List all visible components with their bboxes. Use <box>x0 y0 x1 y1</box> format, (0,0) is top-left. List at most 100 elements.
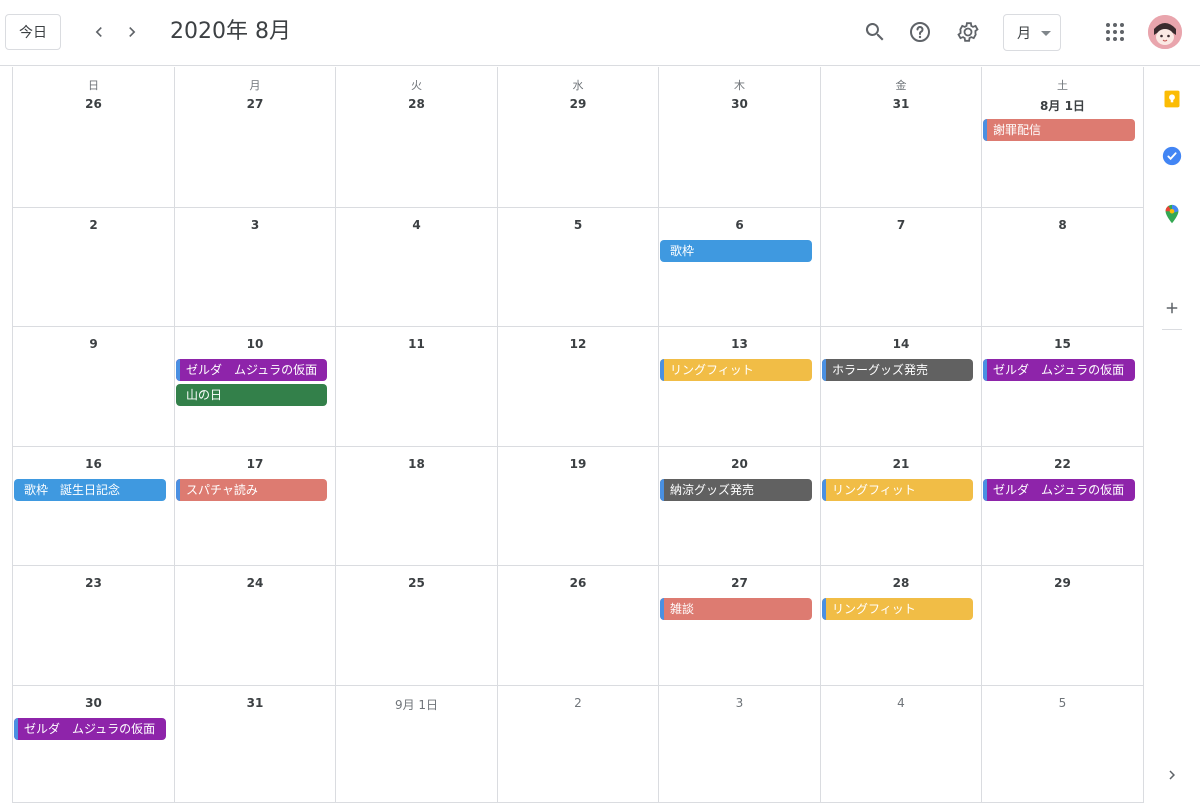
day-cell[interactable]: 5 <box>498 208 659 327</box>
day-cell[interactable]: 火 28 <box>336 67 498 208</box>
maps-icon[interactable] <box>1160 202 1184 226</box>
day-cell[interactable]: 15 ゼルダ ムジュラの仮面 <box>982 327 1144 447</box>
day-cell[interactable]: 月 27 <box>175 67 336 208</box>
day-number[interactable]: 27 <box>659 576 820 590</box>
event-chip[interactable]: 謝罪配信 <box>983 119 1135 141</box>
day-cell[interactable]: 10 ゼルダ ムジュラの仮面 山の日 <box>175 327 336 447</box>
event-chip[interactable]: 歌枠 <box>660 240 812 262</box>
day-cell[interactable]: 土 8月 1日 謝罪配信 <box>982 67 1144 208</box>
chevron-right-icon[interactable] <box>117 17 147 47</box>
day-number[interactable]: 4 <box>821 696 981 710</box>
day-cell[interactable]: 9月 1日 <box>336 686 498 803</box>
help-icon[interactable] <box>905 17 935 47</box>
day-cell[interactable]: 水 29 <box>498 67 659 208</box>
tasks-icon[interactable] <box>1160 144 1184 168</box>
event-chip[interactable]: リングフィット <box>822 598 973 620</box>
keep-icon[interactable] <box>1160 87 1184 111</box>
day-cell[interactable]: 19 <box>498 447 659 566</box>
day-number[interactable]: 18 <box>336 457 497 471</box>
day-number[interactable]: 26 <box>498 576 658 590</box>
day-number[interactable]: 28 <box>821 576 981 590</box>
day-number[interactable]: 12 <box>498 337 658 351</box>
day-cell[interactable]: 21 リングフィット <box>821 447 982 566</box>
day-cell[interactable]: 29 <box>982 566 1144 686</box>
day-cell[interactable]: 11 <box>336 327 498 447</box>
day-cell[interactable]: 木 30 <box>659 67 821 208</box>
apps-grid-icon[interactable] <box>1100 17 1130 47</box>
day-cell[interactable]: 17 スパチャ読み <box>175 447 336 566</box>
day-number[interactable]: 25 <box>336 576 497 590</box>
day-cell[interactable]: 28 リングフィット <box>821 566 982 686</box>
day-number[interactable]: 11 <box>336 337 497 351</box>
day-cell[interactable]: 23 <box>13 566 175 686</box>
day-number[interactable]: 30 <box>13 696 174 710</box>
day-number[interactable]: 17 <box>175 457 335 471</box>
gear-icon[interactable] <box>953 17 983 47</box>
day-cell[interactable]: 日 26 <box>13 67 175 208</box>
day-cell[interactable]: 3 <box>175 208 336 327</box>
day-number[interactable]: 8月 1日 <box>982 97 1143 114</box>
event-chip[interactable]: リングフィット <box>660 359 812 381</box>
day-cell[interactable]: 3 <box>659 686 821 803</box>
day-number[interactable]: 20 <box>659 457 820 471</box>
day-number[interactable]: 7 <box>821 218 981 232</box>
day-number[interactable]: 15 <box>982 337 1143 351</box>
avatar[interactable] <box>1148 15 1182 49</box>
day-cell[interactable]: 27 雑談 <box>659 566 821 686</box>
day-cell[interactable]: 30 ゼルダ ムジュラの仮面 <box>13 686 175 803</box>
day-cell[interactable]: 16 歌枠 誕生日記念 <box>13 447 175 566</box>
day-cell[interactable]: 9 <box>13 327 175 447</box>
day-number[interactable]: 8 <box>982 218 1143 232</box>
day-number[interactable]: 31 <box>821 97 981 111</box>
event-chip[interactable]: ホラーグッズ発売 <box>822 359 973 381</box>
day-cell[interactable]: 24 <box>175 566 336 686</box>
day-cell[interactable]: 4 <box>821 686 982 803</box>
today-button[interactable]: 今日 <box>5 14 61 50</box>
day-number[interactable]: 23 <box>13 576 174 590</box>
event-chip[interactable]: ゼルダ ムジュラの仮面 <box>983 479 1135 501</box>
day-number[interactable]: 19 <box>498 457 658 471</box>
day-cell[interactable]: 2 <box>498 686 659 803</box>
day-number[interactable]: 3 <box>175 218 335 232</box>
day-number[interactable]: 2 <box>13 218 174 232</box>
day-cell[interactable]: 2 <box>13 208 175 327</box>
day-cell[interactable]: 20 納涼グッズ発売 <box>659 447 821 566</box>
event-chip[interactable]: ゼルダ ムジュラの仮面 <box>176 359 327 381</box>
day-cell[interactable]: 6 歌枠 <box>659 208 821 327</box>
day-number[interactable]: 9月 1日 <box>336 696 497 713</box>
day-number[interactable]: 3 <box>659 696 820 710</box>
day-cell[interactable]: 7 <box>821 208 982 327</box>
day-cell[interactable]: 金 31 <box>821 67 982 208</box>
day-number[interactable]: 28 <box>336 97 497 111</box>
event-chip[interactable]: ゼルダ ムジュラの仮面 <box>14 718 166 740</box>
day-cell[interactable]: 8 <box>982 208 1144 327</box>
chevron-left-icon[interactable] <box>84 17 114 47</box>
day-cell[interactable]: 4 <box>336 208 498 327</box>
plus-icon[interactable] <box>1160 296 1184 320</box>
day-number[interactable]: 6 <box>659 218 820 232</box>
search-icon[interactable] <box>860 17 890 47</box>
day-number[interactable]: 31 <box>175 696 335 710</box>
day-number[interactable]: 26 <box>13 97 174 111</box>
day-cell[interactable]: 22 ゼルダ ムジュラの仮面 <box>982 447 1144 566</box>
event-chip[interactable]: 歌枠 誕生日記念 <box>14 479 166 501</box>
event-chip[interactable]: リングフィット <box>822 479 973 501</box>
day-cell[interactable]: 12 <box>498 327 659 447</box>
day-number[interactable]: 5 <box>982 696 1143 710</box>
event-chip[interactable]: 納涼グッズ発売 <box>660 479 812 501</box>
day-number[interactable]: 9 <box>13 337 174 351</box>
day-cell[interactable]: 31 <box>175 686 336 803</box>
day-cell[interactable]: 26 <box>498 566 659 686</box>
day-number[interactable]: 2 <box>498 696 658 710</box>
day-number[interactable]: 29 <box>498 97 658 111</box>
day-number[interactable]: 5 <box>498 218 658 232</box>
day-number[interactable]: 14 <box>821 337 981 351</box>
day-number[interactable]: 27 <box>175 97 335 111</box>
day-number[interactable]: 24 <box>175 576 335 590</box>
day-cell[interactable]: 13 リングフィット <box>659 327 821 447</box>
event-chip[interactable]: スパチャ読み <box>176 479 327 501</box>
day-number[interactable]: 4 <box>336 218 497 232</box>
day-number[interactable]: 22 <box>982 457 1143 471</box>
day-cell[interactable]: 5 <box>982 686 1144 803</box>
day-number[interactable]: 30 <box>659 97 820 111</box>
